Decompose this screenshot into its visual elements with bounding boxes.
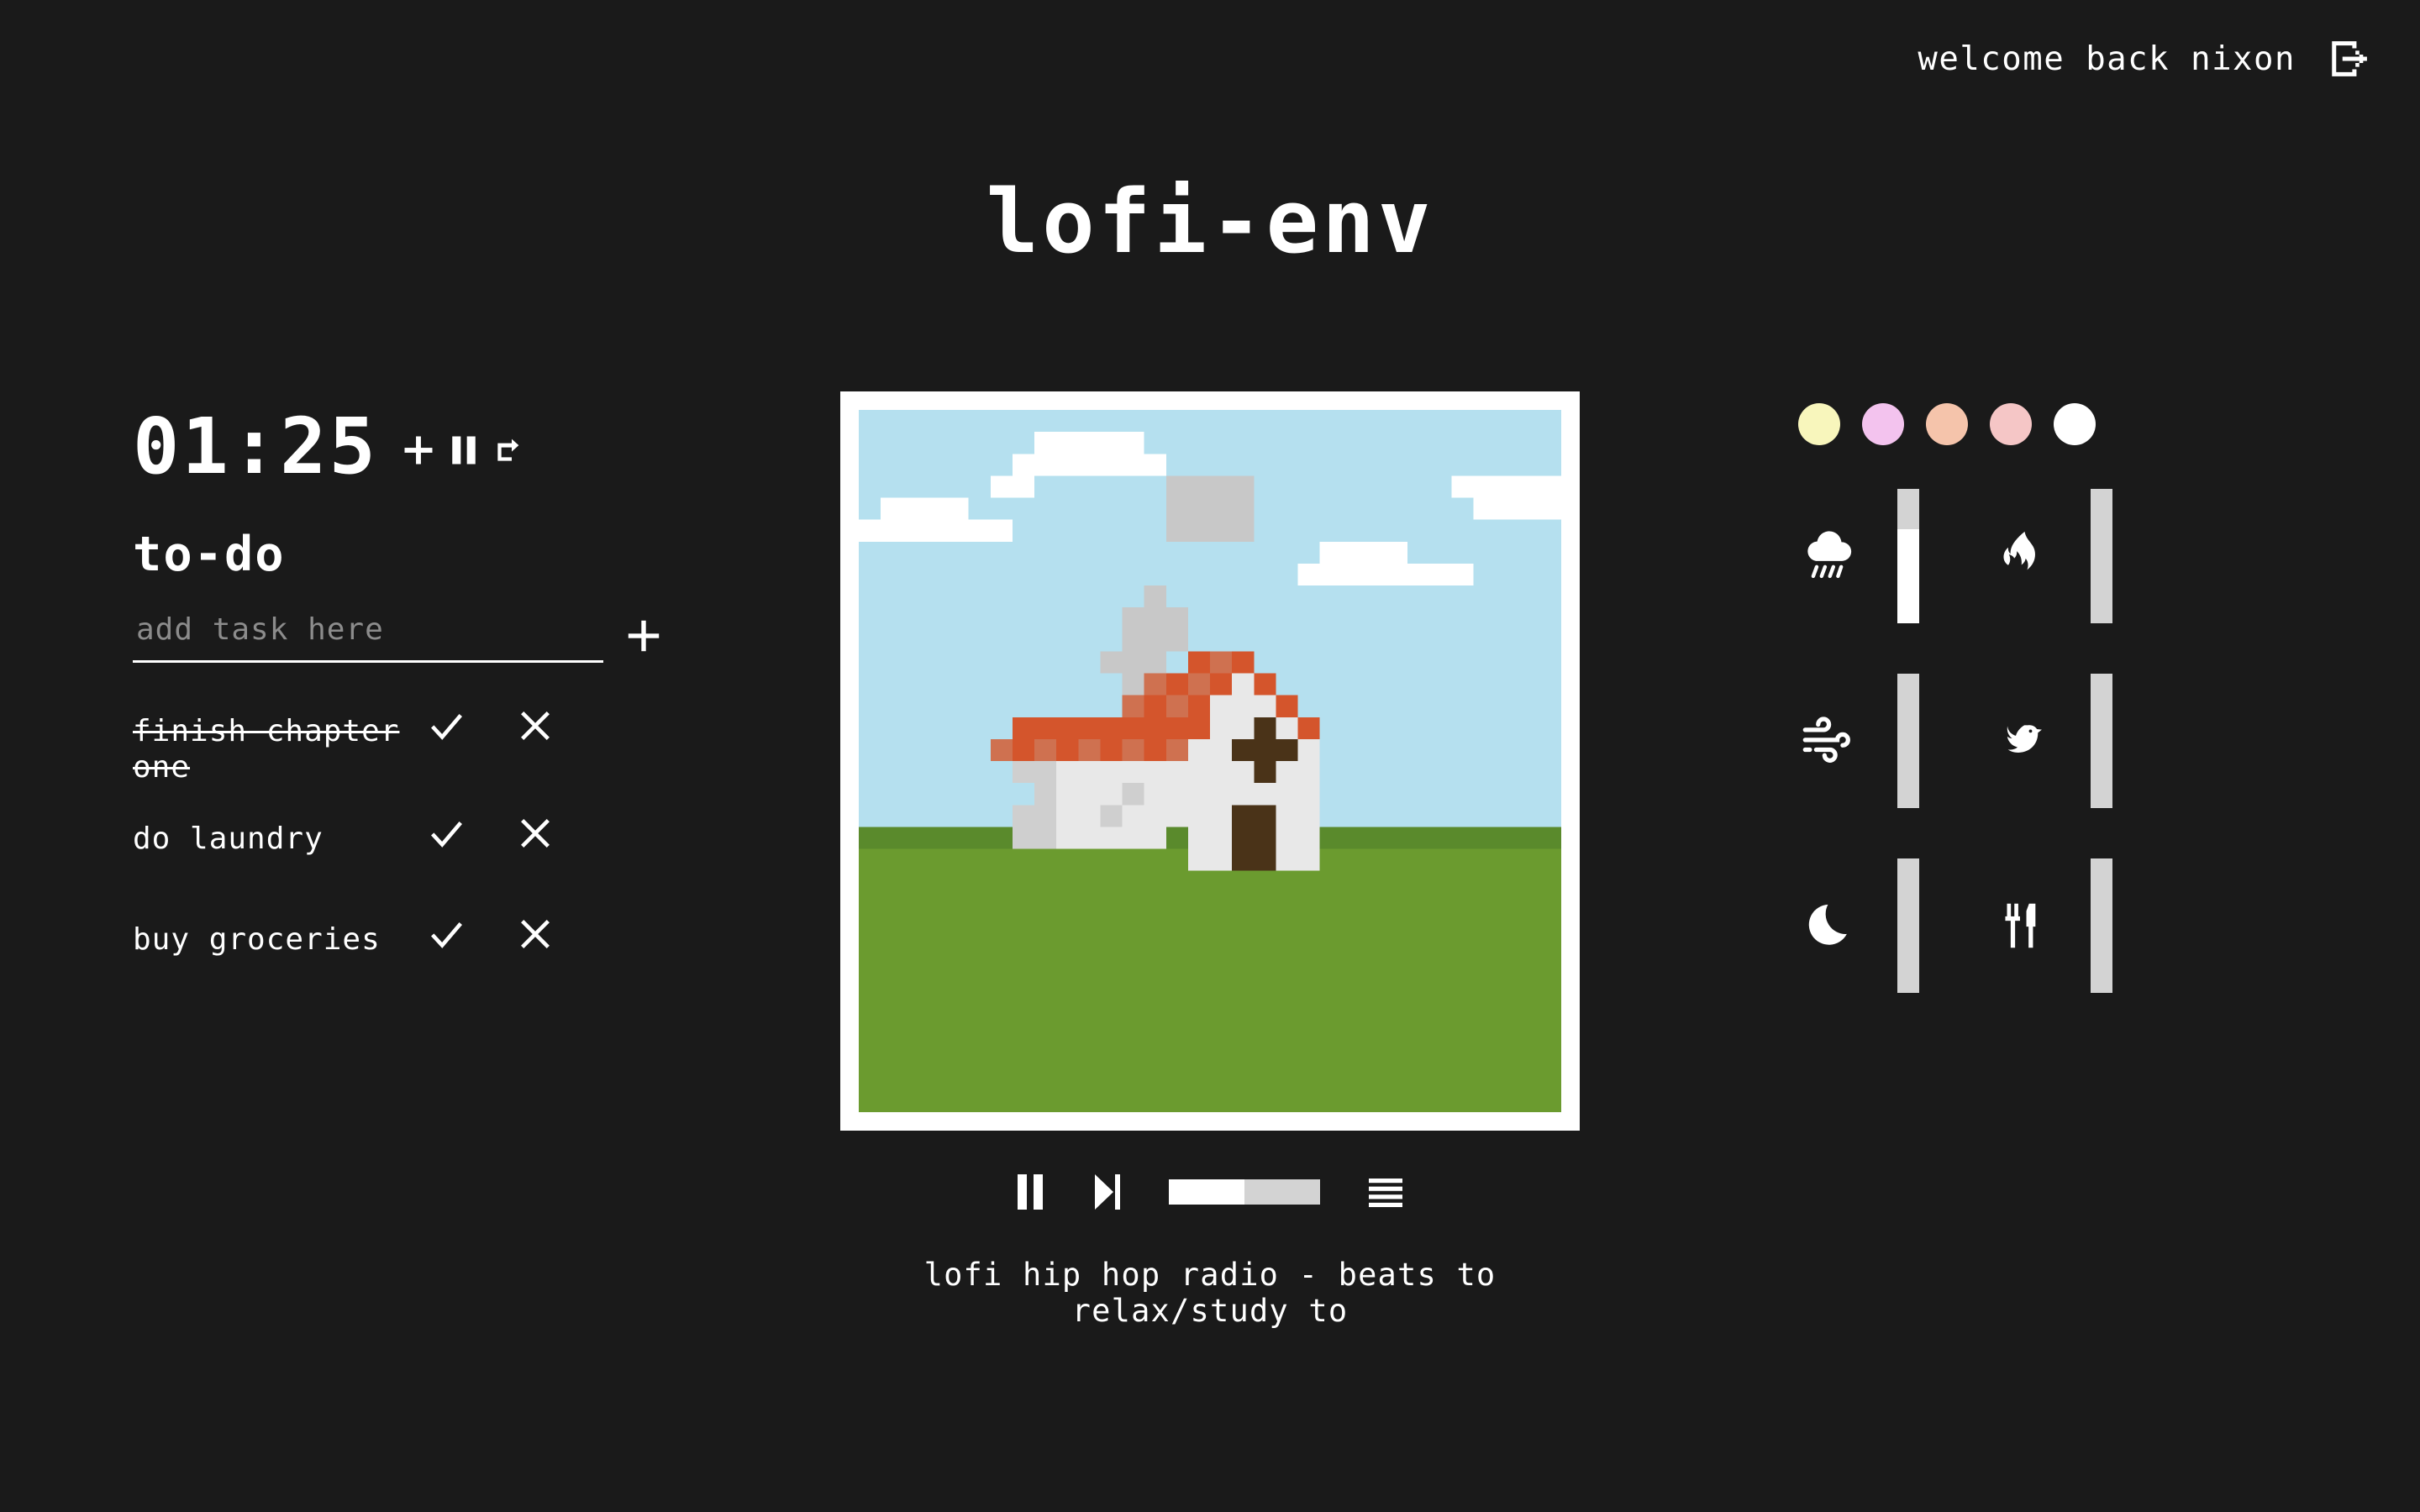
task-delete-button[interactable] [516,814,555,853]
task-complete-button[interactable] [427,706,466,745]
wind-icon[interactable] [1798,711,1859,771]
task-label: do laundry [133,822,324,857]
timer-controls [400,425,524,469]
ambience-slider-cafe[interactable] [2091,858,2112,993]
ambience-sound-grid [1798,489,2168,993]
task-actions [427,906,555,953]
add-task-row [133,612,687,663]
theme-swatch-white[interactable] [2054,403,2096,445]
add-task-button[interactable] [620,612,667,659]
task-complete-button[interactable] [427,915,466,953]
pause-icon [452,436,476,465]
bird-icon[interactable] [1991,711,2052,771]
ambience-fire [1991,489,2168,623]
album-art [859,410,1561,1112]
ambience-slider-fire[interactable] [2091,489,2112,623]
moon-icon[interactable] [1798,895,1859,956]
task-row: finish chapter one [133,698,687,785]
app-header: welcome back nixon [1918,0,2420,118]
task-label: finish chapter one [133,714,400,785]
utensils-icon[interactable] [1991,895,2052,956]
left-panel: 01:25 to-do add task here finish chapter… [133,408,687,1007]
ambience-panel [1798,403,2168,993]
reset-arrow-icon [497,438,519,461]
ambience-cafe [1991,858,2168,993]
ambience-night [1798,858,1975,993]
timer-reset-button[interactable] [491,433,524,467]
task-actions [427,806,555,853]
task-delete-button[interactable] [516,706,555,745]
welcome-message: welcome back nixon [1918,39,2296,78]
pomodoro-timer: 01:25 [133,408,687,486]
theme-swatch-cream[interactable] [1798,403,1840,445]
task-complete-button[interactable] [427,814,466,853]
skip-next-icon [1095,1174,1120,1210]
timer-pause-button[interactable] [449,432,479,469]
timer-display: 01:25 [133,402,378,491]
ambience-slider-rain[interactable] [1897,489,1919,623]
player-controls [840,1171,1580,1213]
music-player: lofi hip hop radio - beats to relax/stud… [840,391,1580,1329]
next-track-button[interactable] [1092,1171,1122,1213]
theme-swatch-blush[interactable] [1990,403,2032,445]
task-list: finish chapter one do laundry buy grocerie… [133,698,687,987]
ambience-slider-wind[interactable] [1897,674,1919,808]
logout-icon[interactable] [2324,35,2371,82]
ambience-birds [1991,674,2168,808]
ambience-slider-night[interactable] [1897,858,1919,993]
task-row: buy groceries [133,906,687,987]
task-label: buy groceries [133,922,381,958]
theme-swatches [1798,403,2168,445]
task-row: do laundry [133,806,687,886]
logout-glyph [2332,41,2367,76]
play-pause-button[interactable] [1016,1171,1044,1213]
ambience-slider-birds[interactable] [2091,674,2112,808]
pause-icon [1018,1174,1043,1210]
volume-fill [1169,1179,1244,1205]
plus-icon [628,620,660,652]
timer-add-button[interactable] [400,432,437,469]
flame-icon[interactable] [1991,526,2052,586]
plus-icon [404,436,433,465]
rain-cloud-icon[interactable] [1798,526,1859,586]
task-input[interactable] [133,612,603,663]
volume-slider[interactable] [1169,1179,1320,1205]
task-delete-button[interactable] [516,915,555,953]
ambience-wind [1798,674,1975,808]
album-art-frame [840,391,1580,1131]
ambience-rain [1798,489,1975,623]
page-title: lofi-env [986,171,1434,273]
playlist-menu-icon [1369,1179,1402,1207]
theme-swatch-lilac[interactable] [1862,403,1904,445]
playlist-button[interactable] [1367,1175,1404,1209]
task-actions [427,698,555,745]
track-title: lofi hip hop radio - beats to relax/stud… [923,1257,1497,1329]
todo-heading: to-do [133,527,286,582]
ambience-slider-fill [1897,529,1919,623]
theme-swatch-peach[interactable] [1926,403,1968,445]
